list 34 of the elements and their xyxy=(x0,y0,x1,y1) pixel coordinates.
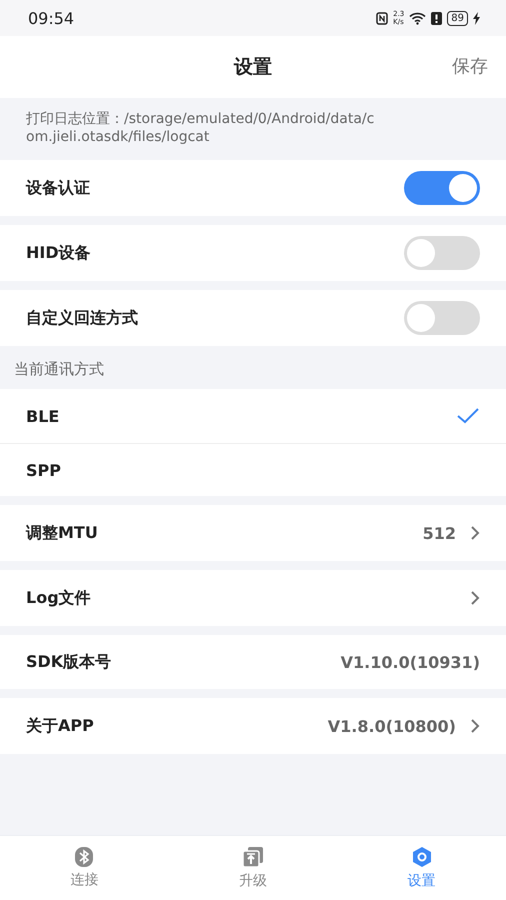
toggle-switch[interactable] xyxy=(404,301,480,335)
setting-value: V1.10.0(10931) xyxy=(340,652,480,672)
nfc-icon xyxy=(376,12,388,24)
settings-icon xyxy=(410,846,433,868)
wifi-icon xyxy=(409,12,426,24)
log-path-text: 打印日志位置：/storage/emulated/0/Android/data/com.jieli.otasdk/files/logcat xyxy=(25,110,376,147)
chevron-icon xyxy=(470,525,480,541)
bluetooth-icon xyxy=(75,847,94,867)
setting-label: 设备认证 xyxy=(26,178,91,198)
setting-value: V1.8.0(10800) xyxy=(328,716,456,736)
setting-label: SDK版本号 xyxy=(26,652,112,672)
setting-label: BLE xyxy=(26,406,60,426)
toggle-switch[interactable] xyxy=(404,236,480,270)
status-time: 09:54 xyxy=(28,8,74,28)
alert-icon xyxy=(431,12,442,24)
section-label: 当前通讯方式 xyxy=(13,359,105,380)
tab[interactable]: 连接 xyxy=(0,836,169,900)
setting-label: Log文件 xyxy=(26,588,92,608)
setting-label: 自定义回连方式 xyxy=(26,308,139,328)
setting-label: SPP xyxy=(26,460,62,480)
setting-value: 512 xyxy=(422,524,456,542)
upgrade-icon xyxy=(242,846,264,868)
setting-label: 关于APP xyxy=(26,716,95,736)
setting-label: 调整MTU xyxy=(26,522,99,544)
battery-level: 89 xyxy=(447,10,468,26)
chevron-icon xyxy=(470,590,480,606)
toggle-switch[interactable] xyxy=(404,171,480,205)
charging-icon xyxy=(473,12,480,24)
tab[interactable]: 设置 xyxy=(337,836,506,900)
page-title: 设置 xyxy=(234,55,272,80)
chevron-icon xyxy=(470,718,480,734)
tab[interactable]: 升级 xyxy=(168,836,338,900)
setting-label: HID设备 xyxy=(26,242,92,264)
save-button[interactable]: 保存 xyxy=(452,54,488,78)
